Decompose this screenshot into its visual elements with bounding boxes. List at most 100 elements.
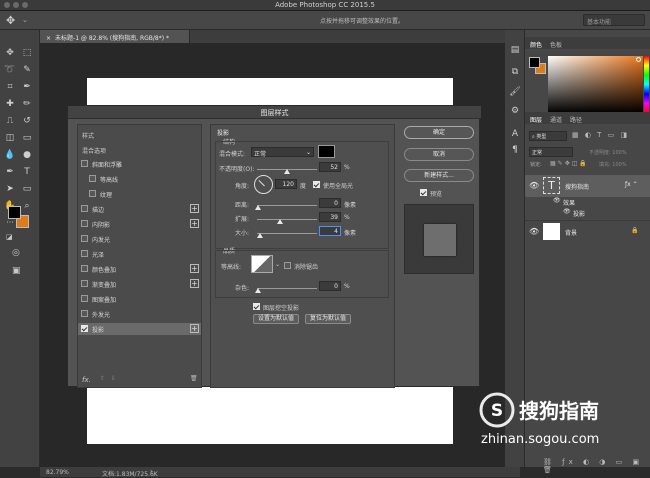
size-slider[interactable]: [257, 233, 317, 234]
type-tool-icon[interactable]: T: [20, 165, 34, 179]
style-item[interactable]: 内阴影 +: [78, 218, 201, 230]
reset-default-button[interactable]: 复位为默认值: [305, 314, 351, 324]
style-item[interactable]: 内发光: [78, 233, 201, 245]
zoom-tool-icon[interactable]: ⌕: [20, 199, 34, 213]
cancel-button[interactable]: 取消: [404, 148, 474, 161]
tab-paths[interactable]: 路径: [570, 115, 582, 124]
antialias-checkbox[interactable]: [284, 262, 291, 269]
add-effect-icon[interactable]: +: [190, 264, 199, 273]
layer-footer-icons[interactable]: ⛓ ƒx ◐ ◑ ▭ ▣ 🗑: [543, 458, 650, 474]
brush-panel-icon[interactable]: 🖌: [508, 85, 522, 99]
document-tab[interactable]: × 未标题-1 @ 82.8% (搜狗指南, RGB/8*) *: [40, 30, 190, 43]
style-item-checkbox[interactable]: [81, 205, 88, 212]
tab-swatches[interactable]: 色板: [550, 40, 562, 49]
style-item-checkbox[interactable]: [81, 220, 88, 227]
style-item-checkbox[interactable]: [81, 310, 88, 317]
fx-icon[interactable]: ƒx ⌃: [625, 181, 638, 188]
visibility-eye-icon[interactable]: 👁: [529, 227, 539, 236]
style-item[interactable]: 颜色叠加 +: [78, 263, 201, 275]
lasso-tool-icon[interactable]: ➰: [3, 63, 17, 77]
shape-tool-icon[interactable]: ▭: [20, 182, 34, 196]
eraser-tool-icon[interactable]: ◫: [3, 131, 17, 145]
tab-channels[interactable]: 通道: [550, 115, 562, 124]
ok-button[interactable]: 确定: [404, 126, 474, 139]
distance-slider[interactable]: [257, 205, 317, 206]
trash-icon[interactable]: 🗑: [190, 375, 198, 382]
layer-kind-filter[interactable]: ⌕ 类型: [529, 131, 567, 141]
style-item-checkbox[interactable]: [81, 160, 88, 167]
paragraph-panel-icon[interactable]: ¶: [508, 143, 522, 157]
tab-color[interactable]: 颜色: [530, 40, 542, 49]
style-item-checkbox[interactable]: [81, 325, 88, 332]
style-item[interactable]: 渐变叠加 +: [78, 278, 201, 290]
blur-tool-icon[interactable]: 💧: [3, 148, 17, 162]
move-tool-icon[interactable]: ✥: [3, 46, 17, 60]
size-slider-thumb[interactable]: [257, 233, 263, 238]
spread-slider-thumb[interactable]: [277, 219, 283, 224]
new-style-button[interactable]: 新建样式...: [404, 169, 474, 182]
style-item[interactable]: 描边 +: [78, 203, 201, 215]
lock-icons[interactable]: ▦✎✥◫🔒: [550, 160, 589, 167]
layer-filter-icons[interactable]: ▦ ◐ T ▭ ◨: [572, 131, 629, 139]
style-item[interactable]: 等高线: [78, 173, 201, 185]
foreground-color-swatch[interactable]: [8, 206, 21, 219]
spread-input[interactable]: 39: [319, 212, 341, 222]
distance-input[interactable]: 0: [319, 198, 341, 208]
panel-foreground-swatch[interactable]: [529, 57, 540, 68]
dodge-tool-icon[interactable]: ●: [20, 148, 34, 162]
character-panel-icon[interactable]: A: [508, 127, 522, 141]
style-item-checkbox[interactable]: [81, 235, 88, 242]
picker-cursor[interactable]: [636, 57, 641, 62]
style-item-checkbox[interactable]: [81, 265, 88, 272]
history-brush-icon[interactable]: ↺: [20, 114, 34, 128]
layer-row-background[interactable]: 👁 背景 🔒: [525, 220, 650, 242]
properties-panel-icon[interactable]: ⧉: [508, 65, 522, 79]
set-default-button[interactable]: 设置为默认值: [253, 314, 299, 324]
quick-select-tool-icon[interactable]: ✎: [20, 63, 34, 77]
healing-brush-icon[interactable]: ✚: [3, 97, 17, 111]
contour-preview[interactable]: [251, 255, 273, 273]
style-item-checkbox[interactable]: [81, 280, 88, 287]
layer-row-text[interactable]: 👁 T 搜狗指南 ƒx ⌃: [525, 175, 650, 197]
add-effect-icon[interactable]: +: [190, 219, 199, 228]
layer-name[interactable]: 搜狗指南: [565, 182, 589, 191]
move-tool-icon[interactable]: ✥: [6, 14, 15, 27]
layer-blend-mode[interactable]: 正常: [529, 147, 573, 157]
move-down-icon[interactable]: ⇩: [111, 375, 116, 382]
chevron-down-icon[interactable]: ⌄: [275, 261, 280, 268]
angle-input[interactable]: 120: [275, 179, 297, 189]
layer-name[interactable]: 背景: [565, 228, 577, 237]
noise-slider-thumb[interactable]: [255, 288, 261, 293]
style-item[interactable]: 斜面和浮雕: [78, 158, 201, 170]
styles-header[interactable]: 样式: [82, 131, 94, 140]
eyedropper-tool-icon[interactable]: ✒: [20, 80, 34, 94]
layer-fill[interactable]: 填充: 100%: [599, 161, 627, 168]
style-item[interactable]: 纹理: [78, 188, 201, 200]
opacity-slider-thumb[interactable]: [284, 169, 290, 174]
opacity-input[interactable]: 52: [319, 162, 341, 172]
color-picker-field[interactable]: [548, 56, 643, 113]
visibility-eye-icon[interactable]: 👁: [529, 181, 539, 190]
knockout-checkbox[interactable]: [253, 303, 260, 310]
add-effect-icon[interactable]: +: [190, 204, 199, 213]
screen-mode-icon[interactable]: ▣: [12, 266, 21, 276]
style-item-checkbox[interactable]: [81, 250, 88, 257]
layer-opacity[interactable]: 不透明度: 100%: [589, 149, 627, 156]
global-light-checkbox[interactable]: [313, 181, 320, 188]
crop-tool-icon[interactable]: ⌗: [3, 80, 17, 94]
fx-menu-icon[interactable]: fx.: [82, 376, 91, 384]
noise-slider[interactable]: [257, 288, 317, 289]
marquee-tool-icon[interactable]: ⬚: [20, 46, 34, 60]
clone-stamp-icon[interactable]: ⎍: [3, 114, 17, 128]
add-effect-icon[interactable]: +: [190, 324, 199, 333]
style-item-checkbox[interactable]: [81, 295, 88, 302]
brush-tool-icon[interactable]: ✏: [20, 97, 34, 111]
shadow-eye-icon[interactable]: 👁: [563, 208, 571, 215]
shadow-color-swatch[interactable]: [318, 145, 335, 158]
angle-dial[interactable]: [254, 175, 273, 194]
blend-mode-select[interactable]: 正常 ⌄: [251, 147, 314, 158]
blend-options-item[interactable]: 混合选项: [82, 146, 106, 155]
style-item-checkbox[interactable]: [89, 190, 96, 197]
preview-checkbox[interactable]: [420, 189, 427, 196]
style-item[interactable]: 光泽: [78, 248, 201, 260]
